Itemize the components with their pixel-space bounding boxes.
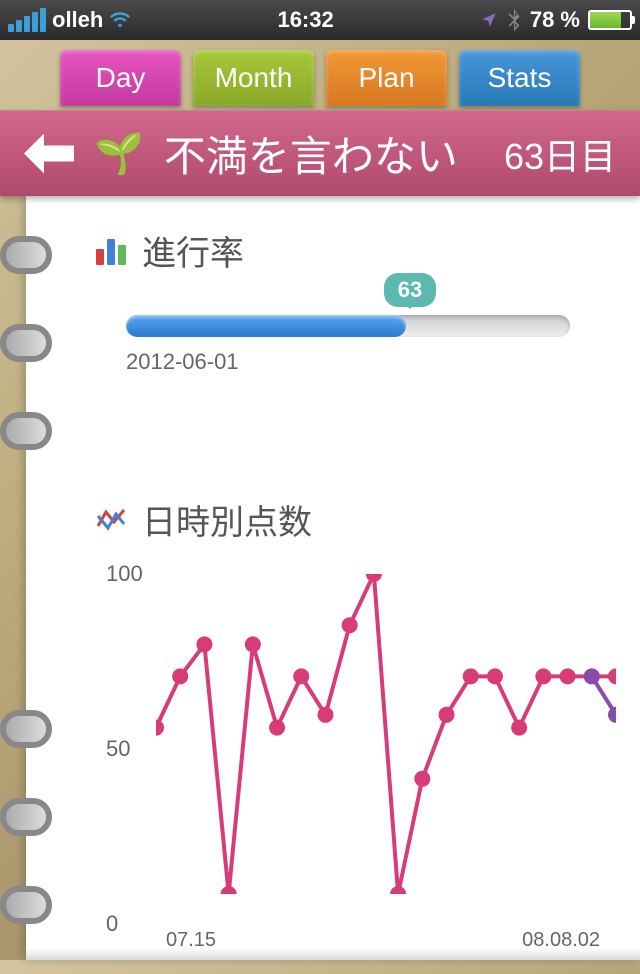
- battery-pct: 78 %: [530, 7, 580, 33]
- tab-bar: Day Month Plan Stats: [0, 40, 640, 110]
- page-title: 不満を言わない: [164, 123, 458, 184]
- status-bar: olleh 16:32 78 %: [0, 0, 640, 40]
- binder-rings: [0, 236, 52, 974]
- back-arrow-icon[interactable]: [24, 134, 74, 174]
- line-section-title: 日時別点数: [96, 495, 600, 544]
- tab-month[interactable]: Month: [193, 50, 314, 106]
- x-tick-left: 07.15: [166, 929, 216, 952]
- progress-bar: 63 2012-06-01: [126, 315, 570, 375]
- progress-bubble: 63: [384, 273, 436, 307]
- carrier-label: olleh: [52, 7, 103, 33]
- location-icon: [480, 11, 498, 29]
- y-tick-0: 0: [106, 911, 118, 937]
- day-count: 63日目: [504, 128, 616, 180]
- bar-chart-icon: [96, 237, 128, 265]
- progress-start-date: 2012-06-01: [126, 349, 570, 375]
- battery-icon: [588, 10, 632, 30]
- tab-day[interactable]: Day: [60, 50, 181, 106]
- bluetooth-icon: [506, 9, 522, 31]
- y-tick-100: 100: [106, 561, 143, 587]
- tab-plan[interactable]: Plan: [326, 50, 447, 106]
- progress-section-title: 進行率: [96, 226, 600, 275]
- signal-icon: [8, 8, 46, 32]
- page-content: 進行率 63 2012-06-01 日時別点数 100 50 0 07.15 0…: [26, 196, 640, 960]
- progress-fill: [126, 315, 406, 337]
- y-tick-50: 50: [106, 736, 130, 762]
- wifi-icon: [109, 9, 131, 31]
- clock: 16:32: [277, 7, 333, 33]
- tab-stats[interactable]: Stats: [459, 50, 580, 106]
- line-chart: 100 50 0 07.15 08.08.02: [106, 574, 600, 924]
- header-bar: 🌱 不満を言わない 63日目: [0, 110, 640, 196]
- sprout-icon: 🌱: [94, 130, 144, 177]
- x-tick-right: 08.08.02: [522, 929, 600, 952]
- line-chart-icon: [96, 506, 128, 534]
